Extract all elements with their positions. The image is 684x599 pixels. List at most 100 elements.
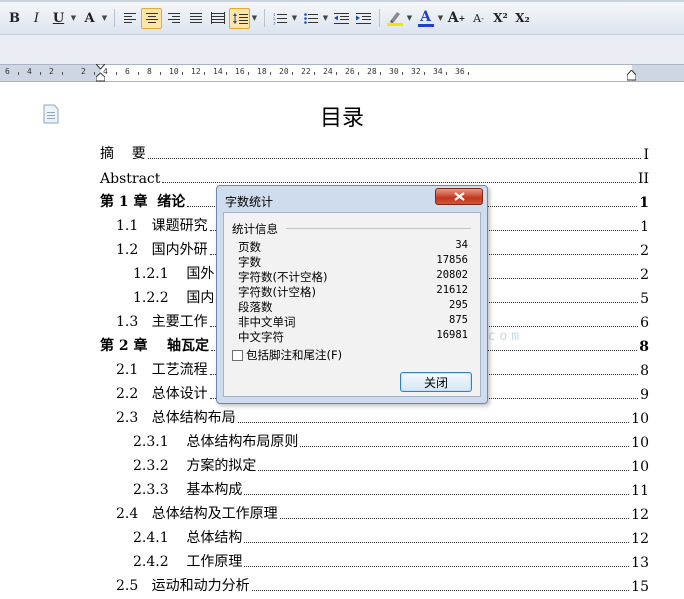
- toc-entry[interactable]: 2.3.2 方案的拟定 10: [133, 455, 649, 475]
- toc-entry-label: 2.4.2 工作原理: [133, 554, 243, 570]
- bullet-list-icon: [303, 12, 318, 24]
- ruler-tick: [138, 72, 139, 75]
- right-indent-marker-icon[interactable]: [627, 70, 636, 81]
- formatting-toolbar: B I U ▼ A ▼ ▼ 1 2 3 ▼ ▼ ▼ A ▼ A + A - X²…: [0, 0, 684, 35]
- ruler-tick: [424, 72, 425, 75]
- toc-entry[interactable]: Abstract II: [100, 167, 649, 187]
- word-count-dialog: 字数统计 统计信息 页数 34 字数 17856 字符数(不计空格) 20802 字符数(计…: [216, 185, 488, 404]
- include-footnotes-checkbox[interactable]: [232, 349, 243, 361]
- ruler-number: 24: [323, 67, 333, 76]
- grow-font-button[interactable]: A +: [446, 8, 467, 29]
- align-right-button[interactable]: [163, 8, 184, 29]
- horizontal-ruler[interactable]: 6 4 2 2 4 6 8 10 12 14 16 18 20 22 24 26 28 30 32 34 36: [0, 64, 684, 82]
- ruler-tick: [18, 72, 19, 75]
- ruler-tick: [40, 72, 41, 75]
- justify-button[interactable]: [185, 8, 206, 29]
- toc-leader-dots: [244, 494, 630, 495]
- ruler-number: 6: [125, 67, 130, 76]
- toc-entry-page: 12: [631, 507, 649, 523]
- toc-entry-page: 9: [640, 387, 649, 403]
- highlight-dropdown[interactable]: ▼: [406, 8, 413, 29]
- toc-entry-label: 2.3 总体结构布局: [116, 410, 236, 426]
- distributed-align-icon: [210, 12, 225, 24]
- increase-indent-button[interactable]: [353, 8, 374, 29]
- statistic-value: 17856: [436, 254, 468, 266]
- indent-marker-icon[interactable]: [96, 64, 105, 82]
- font-color-swatch: [417, 23, 434, 27]
- numbering-dropdown[interactable]: ▼: [291, 8, 298, 29]
- toc-entry-page: I: [643, 147, 649, 163]
- toc-leader-dots: [147, 158, 642, 159]
- toc-entry-label: 摘 要: [100, 146, 146, 162]
- toc-entry[interactable]: 2.3 总体结构布局 10: [116, 407, 649, 427]
- toc-leader-dots: [162, 182, 636, 183]
- toc-entry-page: 2: [640, 267, 649, 283]
- toc-entry[interactable]: 2.4.1 总体结构 12: [133, 527, 649, 547]
- close-button[interactable]: 关闭: [400, 372, 472, 392]
- line-spacing-button[interactable]: [229, 7, 250, 29]
- font-color-button[interactable]: A: [415, 8, 436, 29]
- toc-leader-dots: [279, 518, 630, 519]
- increase-indent-icon: [356, 12, 371, 24]
- distributed-align-button[interactable]: [207, 8, 228, 29]
- line-spacing-icon: [232, 12, 248, 24]
- numbering-button[interactable]: 123: [269, 8, 290, 29]
- align-left-button[interactable]: [119, 8, 140, 29]
- ruler-tick: [226, 72, 227, 75]
- bullets-dropdown[interactable]: ▼: [322, 8, 329, 29]
- include-footnotes-row[interactable]: 包括脚注和尾注(F): [232, 347, 342, 363]
- line-spacing-dropdown[interactable]: ▼: [251, 8, 258, 29]
- toc-entry[interactable]: 摘 要I: [100, 143, 649, 163]
- underline-button[interactable]: U: [48, 8, 69, 29]
- toc-entry-label: 1.2.2 国内: [133, 290, 215, 306]
- statistic-value: 20802: [436, 269, 468, 281]
- decrease-indent-button[interactable]: [331, 8, 352, 29]
- superscript-button[interactable]: X²: [490, 8, 511, 29]
- ruler-number: 10: [169, 67, 179, 76]
- toc-entry-label: 2.3.1 总体结构布局原则: [133, 434, 299, 450]
- ruler-number: 18: [257, 67, 267, 76]
- toolbar-separator: [264, 9, 265, 27]
- toc-entry[interactable]: 2.3.3 基本构成 11: [133, 479, 649, 499]
- shrink-font-button[interactable]: A-: [468, 8, 489, 29]
- underline-dropdown[interactable]: ▼: [70, 8, 77, 29]
- toc-entry-page: 1: [639, 195, 649, 211]
- ruler-tick: [160, 72, 161, 75]
- bold-button[interactable]: B: [4, 8, 25, 29]
- toc-entry[interactable]: 2.4.2 工作原理 13: [133, 551, 649, 571]
- subscript-button[interactable]: X₂: [512, 8, 533, 29]
- toc-entry-label: 2.3.3 基本构成: [133, 482, 243, 498]
- ruler-number: 32: [411, 67, 421, 76]
- highlight-button[interactable]: [384, 8, 405, 29]
- dialog-close-button[interactable]: [435, 188, 483, 205]
- bullets-button[interactable]: [300, 8, 321, 29]
- toc-entry[interactable]: 2.5 运动和动力分析 15: [116, 575, 649, 595]
- toc-entry-page: 2: [640, 243, 649, 259]
- toc-entry-page: 10: [631, 411, 649, 427]
- toc-entry-label: 2.4 总体结构及工作原理: [116, 506, 278, 522]
- toc-entry-page: 13: [631, 555, 649, 571]
- align-center-button[interactable]: [141, 7, 162, 29]
- ruler-tick: [94, 72, 95, 75]
- ruler-right-margin: [632, 65, 684, 81]
- statistic-row: 字符数(不计空格) 20802: [238, 269, 468, 284]
- font-color-dropdown[interactable]: ▼: [437, 8, 444, 29]
- ruler-number: 20: [279, 67, 289, 76]
- toc-entry-page: 1: [640, 219, 649, 235]
- statistic-label: 字符数(不计空格): [238, 270, 328, 284]
- toc-entry[interactable]: 2.4 总体结构及工作原理 12: [116, 503, 649, 523]
- text-effect-button[interactable]: A: [79, 8, 100, 29]
- toc-entry-label: 2.5 运动和动力分析: [116, 578, 250, 594]
- statistic-value: 875: [449, 314, 468, 326]
- statistic-row: 字符数(计空格) 21612: [238, 284, 468, 299]
- toc-entry[interactable]: 2.3.1 总体结构布局原则 10: [133, 431, 649, 451]
- ruler-number: 4: [27, 67, 32, 76]
- italic-button[interactable]: I: [26, 8, 47, 29]
- statistic-value: 21612: [436, 284, 468, 296]
- shrink-font-icon: A: [473, 11, 482, 25]
- ruler-number: 16: [235, 67, 245, 76]
- align-left-icon: [123, 13, 136, 23]
- text-effect-dropdown[interactable]: ▼: [101, 8, 108, 29]
- toc-entry-page: 11: [631, 483, 649, 499]
- toolbar-top-strip: [0, 0, 684, 2]
